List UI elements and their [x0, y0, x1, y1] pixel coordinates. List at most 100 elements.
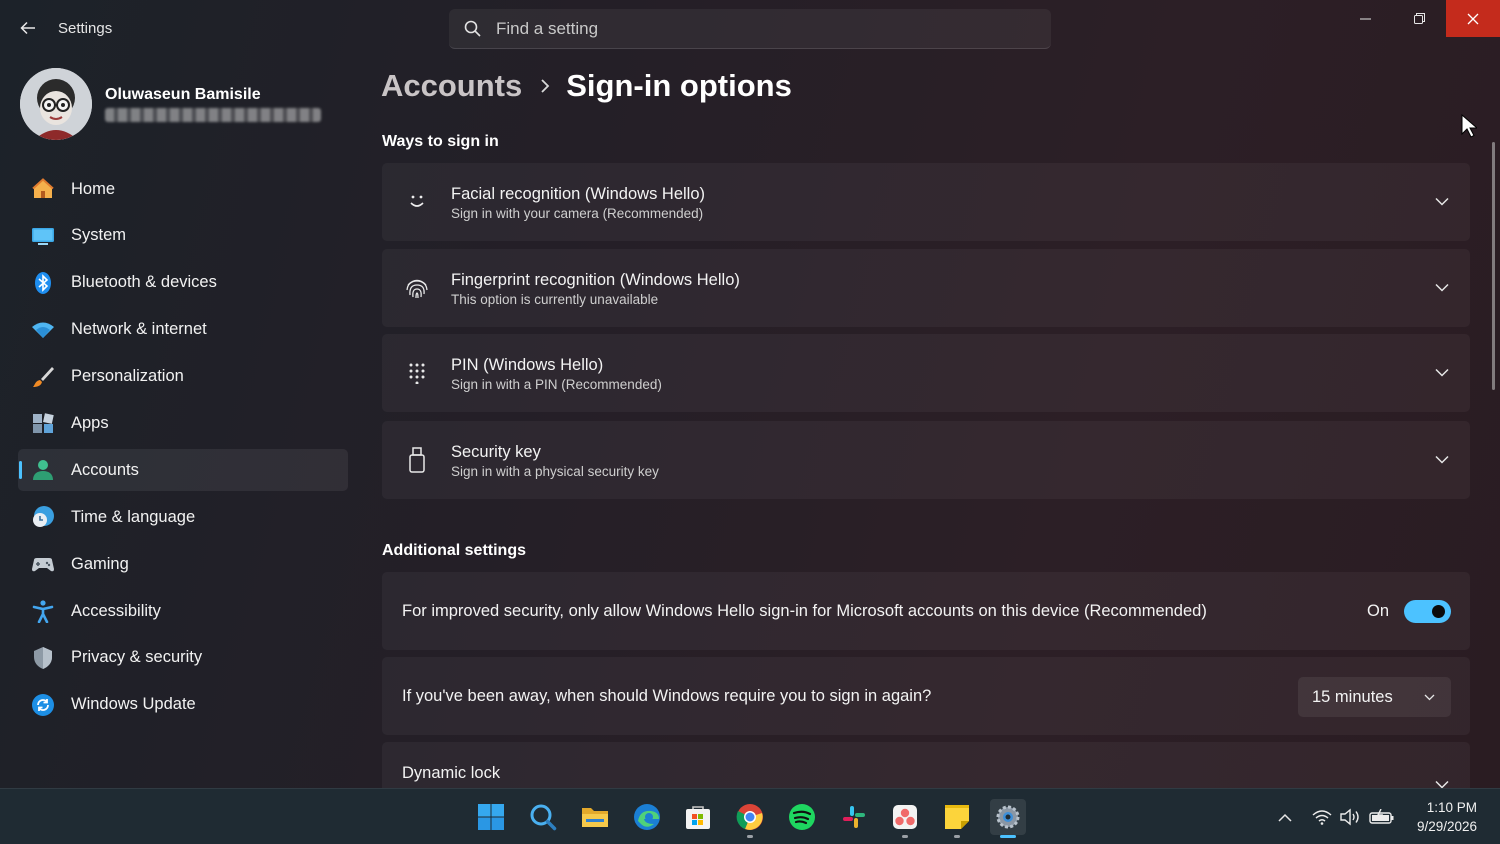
tray-network[interactable]: [1311, 807, 1333, 827]
sidebar-item-apps[interactable]: Apps: [18, 402, 348, 444]
dropdown-value: 15 minutes: [1312, 688, 1393, 706]
card-title: Facial recognition (Windows Hello): [451, 185, 706, 203]
minimize-icon: [1359, 18, 1371, 19]
sidebar-item-label: Windows Update: [71, 695, 196, 714]
close-icon: [1467, 13, 1479, 24]
sidebar-item-accessibility[interactable]: Accessibility: [18, 590, 348, 632]
chrome-icon: [736, 804, 763, 830]
running-indicator: [1000, 835, 1016, 838]
taskbar-start[interactable]: [473, 799, 509, 835]
sidebar-item-label: Home: [71, 179, 116, 198]
page-title: Sign-in options: [566, 68, 792, 103]
sidebar-item-label: Privacy & security: [71, 648, 203, 667]
fingerprint-recognition-card[interactable]: Fingerprint recognition (Windows Hello) …: [382, 249, 1470, 327]
apps-icon: [30, 410, 56, 436]
taskbar-slack[interactable]: [836, 799, 872, 835]
taskbar-search[interactable]: [525, 799, 561, 835]
card-title: PIN (Windows Hello): [451, 356, 604, 374]
sidebar-item-bluetooth[interactable]: Bluetooth & devices: [18, 262, 348, 304]
security-key-card[interactable]: Security key Sign in with a physical sec…: [382, 421, 1470, 499]
search-icon: [463, 20, 481, 38]
pin-keypad-icon: [404, 359, 430, 387]
sidebar-item-system[interactable]: System: [18, 215, 348, 257]
taskbar-store[interactable]: [680, 799, 716, 835]
dynamic-lock-card[interactable]: Dynamic lock: [382, 742, 1470, 788]
edge-icon: [634, 804, 660, 830]
sign-in-again-row: If you've been away, when should Windows…: [382, 657, 1470, 735]
minimize-button[interactable]: [1338, 0, 1392, 37]
clock-date: 9/29/2026: [1416, 819, 1477, 834]
sidebar-item-label: Personalization: [71, 367, 184, 386]
search-placeholder: Find a setting: [496, 18, 599, 38]
clock-time: 1:10 PM: [1426, 800, 1477, 815]
sidebar-item-gaming[interactable]: Gaming: [18, 543, 348, 585]
sidebar-item-label: Gaming: [71, 554, 129, 573]
asana-icon: [893, 805, 917, 829]
user-email-redacted: [105, 108, 321, 122]
sidebar-item-privacy[interactable]: Privacy & security: [18, 637, 348, 679]
settings-gear-icon: [996, 805, 1020, 829]
taskbar: 1:10 PM 9/29/2026: [0, 788, 1500, 844]
tray-battery[interactable]: [1369, 807, 1395, 827]
system-icon: [30, 223, 56, 249]
running-indicator: [954, 835, 960, 838]
hello-only-toggle[interactable]: [1404, 600, 1451, 623]
taskbar-edge[interactable]: [629, 799, 665, 835]
tray-overflow-button[interactable]: [1274, 807, 1296, 827]
sidebar-item-label: Time & language: [71, 507, 196, 526]
content-scrollbar[interactable]: [1492, 142, 1495, 390]
sidebar-nav: Home System Bluetooth & devices Network …: [18, 168, 348, 731]
taskbar-sticky-notes[interactable]: [939, 799, 975, 838]
dynamic-lock-label: Dynamic lock: [402, 764, 501, 782]
accessibility-icon: [30, 598, 56, 624]
avatar-illustration: [20, 68, 92, 140]
home-icon: [30, 176, 56, 202]
card-subtitle: Sign in with a PIN (Recommended): [451, 377, 662, 392]
tray-volume[interactable]: [1339, 807, 1361, 827]
search-box[interactable]: Find a setting: [449, 9, 1051, 49]
sidebar-item-home[interactable]: Home: [18, 168, 348, 210]
battery-charging-icon: [1369, 809, 1394, 824]
user-name: Oluwaseun Bamisile: [105, 86, 261, 103]
close-button[interactable]: [1446, 0, 1500, 37]
breadcrumb: Accounts Sign-in options: [381, 68, 792, 104]
taskbar-clock[interactable]: 1:10 PM 9/29/2026: [1417, 798, 1477, 836]
chevron-down-icon: [1434, 193, 1450, 209]
hello-only-label: For improved security, only allow Window…: [402, 602, 1207, 620]
wifi-icon: [30, 317, 56, 343]
back-arrow-icon: [20, 21, 35, 35]
sidebar-item-time-language[interactable]: Time & language: [18, 496, 348, 538]
store-icon: [686, 806, 710, 829]
sidebar-item-label: Accounts: [71, 460, 139, 479]
avatar[interactable]: [20, 68, 92, 140]
taskbar-spotify[interactable]: [784, 799, 820, 835]
section-title-ways: Ways to sign in: [382, 133, 499, 150]
sidebar-item-accounts[interactable]: Accounts: [18, 449, 348, 492]
card-subtitle: Sign in with a physical security key: [451, 464, 659, 479]
facial-recognition-card[interactable]: Facial recognition (Windows Hello) Sign …: [382, 163, 1470, 241]
card-title: Security key: [451, 443, 541, 461]
back-button[interactable]: [14, 16, 42, 40]
taskbar-chrome[interactable]: [732, 799, 768, 838]
bluetooth-icon: [30, 270, 56, 296]
chevron-up-icon: [1278, 813, 1292, 822]
taskbar-asana[interactable]: [887, 799, 923, 838]
person-icon: [30, 457, 56, 483]
sign-in-again-dropdown[interactable]: 15 minutes: [1298, 677, 1451, 717]
pin-card[interactable]: PIN (Windows Hello) Sign in with a PIN (…: [382, 334, 1470, 412]
sidebar-item-network[interactable]: Network & internet: [18, 309, 348, 351]
breadcrumb-parent[interactable]: Accounts: [381, 68, 522, 104]
title-bar: Settings Find a setting: [0, 0, 1500, 56]
restore-button[interactable]: [1392, 0, 1446, 37]
search-icon: [530, 804, 557, 831]
toggle-state-label: On: [1366, 602, 1389, 620]
usb-key-icon: [404, 446, 430, 474]
sidebar-item-label: Accessibility: [71, 601, 161, 620]
sidebar-item-label: System: [71, 226, 127, 245]
running-indicator: [747, 835, 753, 838]
taskbar-file-explorer[interactable]: [577, 799, 613, 835]
taskbar-settings[interactable]: [990, 799, 1026, 838]
card-subtitle: Sign in with your camera (Recommended): [451, 206, 704, 221]
sidebar-item-windows-update[interactable]: Windows Update: [18, 684, 348, 726]
sidebar-item-personalization[interactable]: Personalization: [18, 356, 348, 398]
